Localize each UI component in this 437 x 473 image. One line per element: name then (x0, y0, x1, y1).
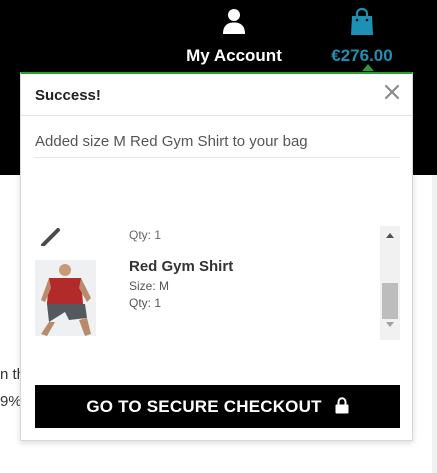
shopping-bag-icon (351, 8, 373, 35)
added-to-bag-popup: Success! Added size M Red Gym Shirt to y… (20, 72, 413, 441)
bag-link[interactable]: €276.00 (322, 8, 402, 65)
lock-icon (335, 397, 349, 414)
popup-title: Success! (35, 87, 101, 104)
item-thumbnail (35, 260, 96, 336)
item-name: Red Gym Shirt (129, 258, 234, 275)
popup-message: Added size M Red Gym Shirt to your bag (35, 133, 308, 150)
bag-total: €276.00 (331, 46, 393, 65)
page-scrollbar[interactable] (432, 175, 437, 473)
checkout-label: GO TO SECURE CHECKOUT (86, 397, 322, 416)
previous-item-qty: Qty: 1 (129, 228, 162, 242)
item-size: Size: M (129, 279, 170, 293)
my-account-label: My Account (186, 46, 282, 65)
popup-header: Success! (21, 74, 412, 116)
product-image (35, 260, 96, 336)
previous-item-thumbnail (41, 228, 60, 246)
popup-caret (362, 64, 374, 71)
close-icon[interactable] (384, 84, 400, 100)
my-account-link[interactable]: My Account (180, 8, 288, 65)
secure-checkout-button[interactable]: GO TO SECURE CHECKOUT (35, 385, 400, 428)
items-scrollbar[interactable] (380, 226, 400, 340)
message-divider (35, 157, 400, 158)
item-qty: Qty: 1 (129, 296, 162, 310)
scroll-down-arrow-icon[interactable] (386, 322, 394, 327)
scrollbar-thumb[interactable] (382, 283, 398, 319)
user-icon (223, 9, 245, 34)
background-text-fragment-2: 9% (0, 393, 22, 410)
scroll-up-arrow-icon[interactable] (386, 233, 394, 238)
